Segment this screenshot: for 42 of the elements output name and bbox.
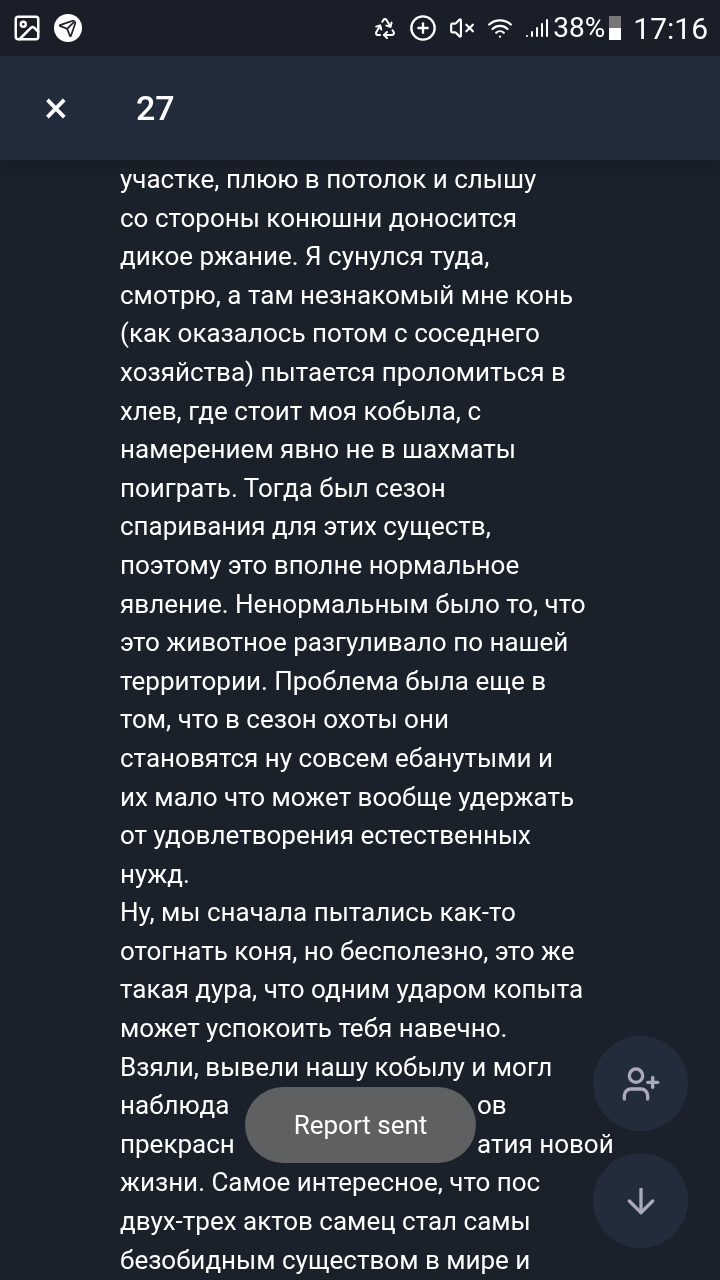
chat-title: 27 xyxy=(136,86,175,130)
message-text-line: Ну, мы сначала пытались как-то xyxy=(120,896,516,930)
toast: Report sent xyxy=(245,1087,476,1163)
message-text-line: спаривания для этих существ, xyxy=(120,510,491,544)
message-text-fragment: прекрасн xyxy=(120,1127,236,1161)
message-text-fragment: наблюда xyxy=(120,1089,231,1123)
message-text-line: жизни. Самое интересное, что пос xyxy=(120,1166,541,1200)
message-text-line: поэтому это вполне нормальное xyxy=(120,548,520,582)
signal-icon xyxy=(525,16,550,40)
message-text-line: явление. Ненормальным было то, что xyxy=(120,587,586,621)
message-text-line: (как оказалось потом с соседнего xyxy=(120,317,540,351)
message-text-line: отогнать коня, но бесполезно, это же xyxy=(120,934,575,968)
message-text-line: том, что в сезон охоты они xyxy=(120,703,449,737)
message-text-line: хлев, где стоит моя кобыла, с xyxy=(120,394,482,428)
message-text-line: поиграть. Тогда был сезон xyxy=(120,471,446,505)
message-text-line: двух-трех актов самец стал самы xyxy=(120,1205,531,1239)
message-text-line: со стороны конюшни доносится xyxy=(120,201,517,235)
message-text-line: хозяйства) пытается проломиться в xyxy=(120,355,566,389)
message-text-line: может успокоить тебя навечно. xyxy=(120,1012,508,1046)
close-button[interactable]: × xyxy=(16,68,96,148)
message-text-line: смотрю, а там незнакомый мне конь xyxy=(120,278,573,312)
message-text-fragment: атия новой xyxy=(477,1127,614,1161)
message-text-line: безобидным существом в мире и xyxy=(120,1243,531,1277)
message-text-line: это животное разгуливало по нашей xyxy=(120,626,569,660)
message-text-line: дикое ржание. Я сунулся туда, xyxy=(120,240,490,274)
message-text-line: такая дура, что одним ударом копыта xyxy=(120,973,584,1007)
message-text-line: территории. Проблема была еще в xyxy=(120,664,546,698)
message-text-line: участке, плюю в потолок и слышу xyxy=(120,163,537,196)
battery-percent: 38% xyxy=(553,10,606,46)
message-text-line: нужд. xyxy=(120,857,190,891)
mute-icon xyxy=(449,15,476,41)
message-text-line: намерением явно не в шахматы xyxy=(120,433,517,467)
message-text-line: становятся ну совсем ебанутыми и xyxy=(120,741,554,775)
clock: 17:16 xyxy=(633,9,708,48)
data-saver-icon xyxy=(409,14,438,42)
message-text-line: от удовлетворения естественных xyxy=(120,819,531,853)
telegram-icon xyxy=(54,14,82,42)
image-icon xyxy=(12,13,42,43)
message-text-line: их мало что может вообще удержать xyxy=(120,780,575,814)
message-text-line: Взяли, вывели нашу кобылу и могл xyxy=(120,1050,553,1084)
message-text-fragment: ов xyxy=(477,1089,507,1123)
battery-icon xyxy=(609,16,622,40)
